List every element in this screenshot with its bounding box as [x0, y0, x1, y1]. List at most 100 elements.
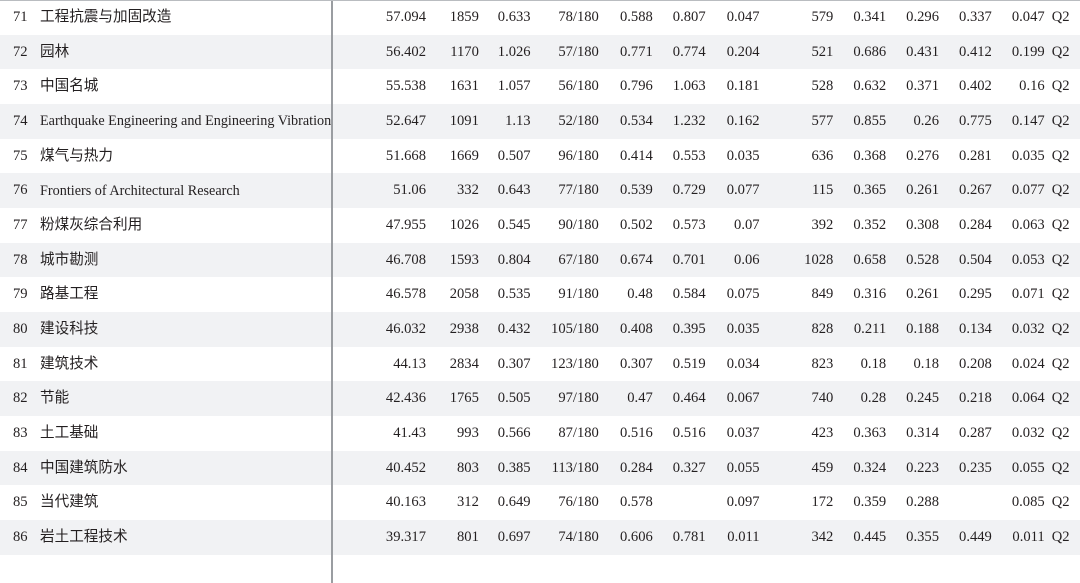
metric-cell-c5: 0.534: [619, 113, 653, 130]
metric-cell-c5: 0.578: [619, 494, 653, 511]
metric-cell-c6: 0.327: [672, 459, 706, 476]
metric-cell-c4: 56/180: [558, 78, 599, 95]
metric-cell-c12: 0.011: [1012, 529, 1045, 546]
metric-cell-c6: 0.519: [672, 355, 706, 372]
metric-cell-c7: 0.011: [727, 529, 760, 546]
metric-cell-c10: 0.431: [906, 43, 940, 60]
metric-cell-c6: 0.395: [672, 321, 706, 338]
journal-ranking-table: 71 工程抗震与加固改造 57.094 1859 0.633 78/180 0.588 0.8…: [0, 0, 1080, 555]
metric-cell-c7: 0.204: [726, 43, 760, 60]
metric-cell-c10: 0.296: [906, 9, 940, 25]
metric-cell-c8: 392: [811, 217, 834, 234]
metric-cell-c6: 0.584: [672, 286, 706, 303]
metric-cell-c9: 0.445: [853, 529, 887, 546]
journal-name: 当代建筑: [40, 494, 99, 511]
metric-cell-c8: 823: [811, 355, 834, 372]
metric-cell-c2: 2058: [449, 286, 479, 303]
metric-cell-c5: 0.47: [627, 390, 653, 407]
metric-cell-c3: 0.307: [497, 355, 531, 372]
metric-cell-c5: 0.674: [619, 251, 653, 268]
metric-cell-c10: 0.261: [906, 286, 940, 303]
row-index: 84: [13, 459, 28, 476]
metric-cell-c1: 52.647: [385, 113, 427, 130]
row-index: 75: [13, 147, 28, 164]
metric-cell-c3: 0.385: [497, 459, 531, 476]
journal-name: 建筑技术: [40, 355, 99, 372]
row-index: 76: [13, 182, 28, 199]
metric-cell-c4: 123/180: [551, 355, 599, 372]
metric-cell-c1: 40.452: [385, 459, 427, 476]
metric-cell-c2: 993: [456, 425, 479, 442]
metric-cell-c6: 0.701: [672, 251, 706, 268]
metric-cell-c5: 0.796: [619, 78, 653, 95]
table-row: 79 路基工程 46.578 2058 0.535 91/180 0.48 0.584 0.07…: [0, 277, 1080, 313]
row-index: 73: [13, 78, 28, 95]
metric-cell-c3: 0.804: [497, 251, 531, 268]
metric-cell-c8: 172: [811, 494, 834, 511]
metric-cell-c13: Q2: [1051, 9, 1070, 25]
metric-cell-c8: 577: [811, 113, 834, 130]
metric-cell-c9: 0.855: [853, 113, 887, 130]
table-row: 73 中国名城 55.538 1631 1.057 56/180 0.796 1.063 0.1…: [0, 69, 1080, 105]
metric-cell-c3: 1.026: [497, 43, 531, 60]
metric-cell-c6: 1.063: [672, 78, 706, 95]
metric-cell-c6: 0.807: [672, 9, 706, 25]
metric-cell-c5: 0.502: [619, 217, 653, 234]
metric-cell-c4: 97/180: [558, 390, 599, 407]
metric-cell-c12: 0.053: [1011, 251, 1045, 268]
metric-cell-c11: 0.235: [959, 459, 992, 476]
metric-cell-c13: Q2: [1051, 217, 1070, 234]
metric-cell-c3: 0.432: [497, 321, 531, 338]
table-row: 77 粉煤灰综合利用 47.955 1026 0.545 90/180 0.502 0.573…: [0, 208, 1080, 243]
metric-cell-c13: Q2: [1051, 529, 1070, 546]
metric-cell-c8: 459: [811, 459, 834, 476]
metric-cell-c4: 77/180: [558, 182, 599, 199]
metric-cell-c3: 0.643: [497, 182, 531, 199]
metric-cell-c12: 0.047: [1011, 9, 1045, 25]
metric-cell-c1: 46.708: [385, 251, 427, 268]
metric-cell-c1: 41.43: [393, 425, 427, 442]
journal-name: 路基工程: [40, 286, 99, 303]
metric-cell-c9: 0.18: [860, 355, 887, 372]
metric-cell-c11: 0.134: [959, 321, 992, 338]
metric-cell-c13: Q2: [1051, 390, 1070, 407]
metric-cell-c13: Q2: [1051, 182, 1070, 199]
metric-cell-c9: 0.341: [853, 9, 887, 25]
journal-name: 中国建筑防水: [40, 459, 128, 476]
metric-cell-c8: 115: [811, 182, 834, 199]
metric-cell-c6: 0.516: [672, 425, 706, 442]
row-index: 85: [13, 494, 28, 511]
metric-cell-c9: 0.28: [860, 390, 887, 407]
row-index: 77: [13, 217, 28, 234]
metric-cell-c9: 0.365: [853, 182, 887, 199]
metric-cell-c7: 0.07: [734, 217, 760, 234]
metric-cell-c13: Q2: [1051, 43, 1070, 60]
metric-cell-c10: 0.371: [906, 78, 940, 95]
metric-cell-c5: 0.516: [619, 425, 653, 442]
metric-cell-c1: 47.955: [385, 217, 427, 234]
row-index: 83: [13, 425, 28, 442]
metric-cell-c11: 0.449: [959, 529, 992, 546]
metric-cell-c12: 0.077: [1011, 182, 1045, 199]
metric-cell-c9: 0.363: [853, 425, 887, 442]
metric-cell-c12: 0.147: [1011, 113, 1045, 130]
row-index: 78: [13, 251, 28, 268]
metric-cell-c7: 0.06: [734, 251, 760, 268]
journal-name: 土工基础: [40, 425, 99, 442]
metric-cell-c13: Q2: [1051, 251, 1070, 268]
journal-name: 中国名城: [40, 78, 99, 95]
metric-cell-c5: 0.414: [619, 147, 653, 164]
journal-name: 建设科技: [40, 321, 99, 338]
metric-cell-c2: 1026: [449, 217, 479, 234]
metric-cell-c8: 740: [811, 390, 834, 407]
metric-cell-c12: 0.071: [1011, 286, 1045, 303]
metric-cell-c4: 74/180: [558, 529, 599, 546]
row-index: 80: [13, 321, 28, 338]
metric-cell-c1: 44.13: [393, 355, 427, 372]
table-top-rule: [0, 0, 1080, 1]
metric-cell-c12: 0.085: [1011, 494, 1045, 511]
metric-cell-c10: 0.223: [906, 459, 940, 476]
metric-cell-c3: 0.649: [497, 494, 531, 511]
metric-cell-c1: 57.094: [385, 9, 427, 25]
metric-cell-c4: 87/180: [558, 425, 599, 442]
